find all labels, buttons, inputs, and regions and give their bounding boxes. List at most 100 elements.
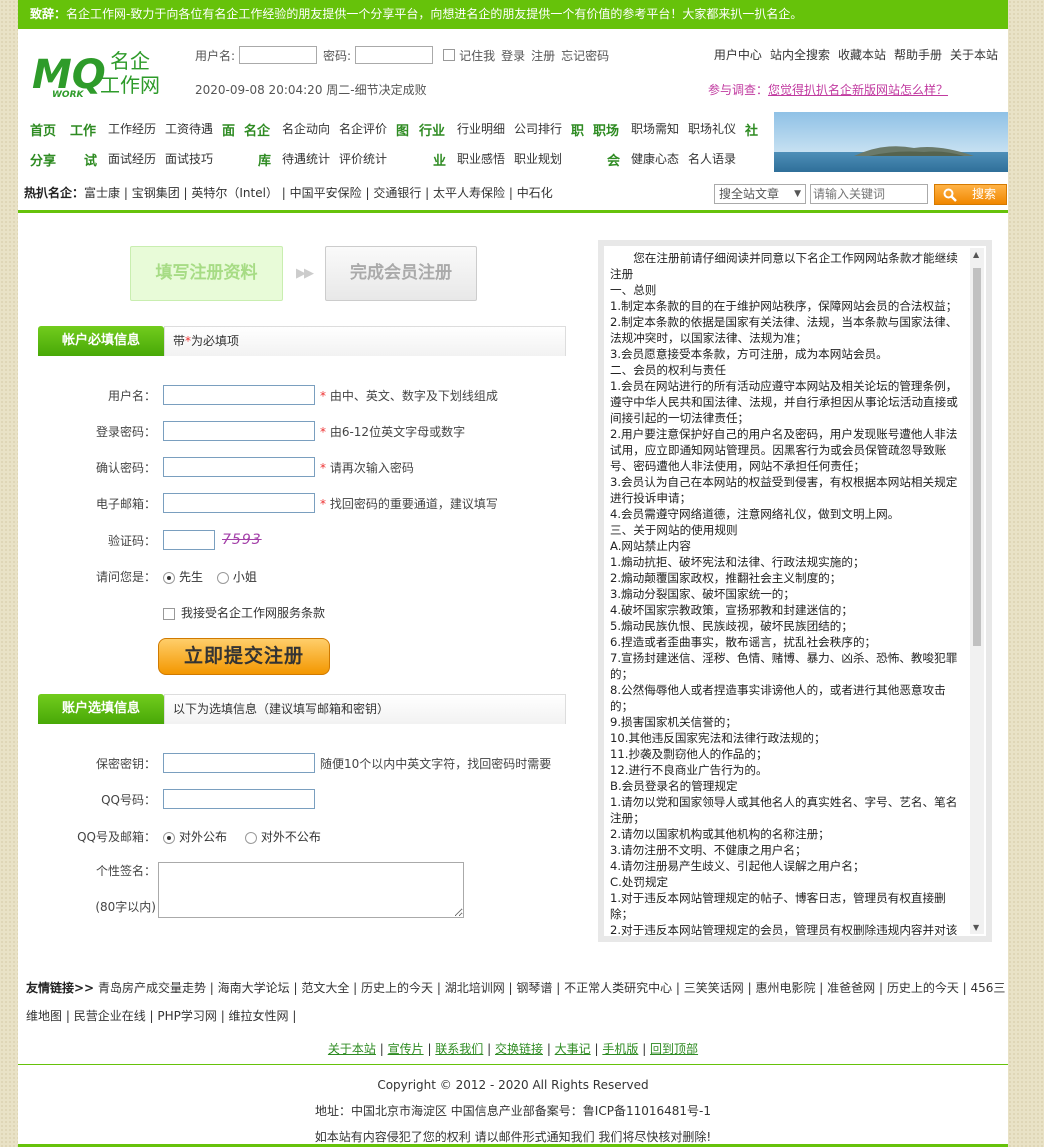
gender-female-radio[interactable]: [216, 571, 229, 584]
nav-cat-work[interactable]: 工作: [70, 120, 96, 139]
nav-home[interactable]: 首页: [30, 120, 56, 139]
footer-top-link[interactable]: 回到顶部: [650, 1042, 698, 1056]
terms-box[interactable]: 您在注册前请仔细阅读并同意以下名企工作网网站条款才能继续注册 一、总则 1.制定本条…: [598, 240, 992, 942]
reg-email-input[interactable]: [163, 493, 315, 513]
friend-link[interactable]: 维拉女性网: [229, 1009, 289, 1023]
hot-item[interactable]: 交通银行: [373, 186, 421, 200]
nav-share[interactable]: 分享: [30, 150, 56, 169]
login-form: 用户名: 密码: 记住我 登录 注册 忘记密码: [195, 46, 609, 64]
step-complete: 完成会员注册: [325, 246, 477, 301]
secret-key-row: 保密密钥： 随便10个以内中英文字符，找回密码时需要: [18, 753, 578, 775]
friend-link[interactable]: PHP学习网: [157, 1009, 217, 1023]
nav-cat-interview[interactable]: 试: [84, 150, 97, 169]
nav-cat-company[interactable]: 名企: [244, 120, 270, 139]
hot-item[interactable]: 宝钢集团: [132, 186, 180, 200]
bookmark-link[interactable]: 收藏本站: [838, 46, 886, 63]
scroll-thumb[interactable]: [973, 268, 981, 646]
secret-key-input[interactable]: [163, 753, 315, 773]
footer-contact-link[interactable]: 联系我们: [435, 1042, 483, 1056]
hot-item[interactable]: 英特尔（Intel）: [191, 186, 278, 200]
scroll-up-icon[interactable]: ▲: [973, 250, 979, 259]
login-link[interactable]: 登录: [501, 47, 525, 64]
nav-salary-stats[interactable]: 待遇统计: [282, 150, 330, 167]
nav-salary[interactable]: 工资待遇: [165, 120, 213, 137]
nav-company-ranking[interactable]: 公司排行: [514, 120, 562, 137]
nav-cat-workplace[interactable]: 职场: [593, 120, 619, 139]
friend-link[interactable]: 三笑笑话网: [684, 981, 744, 995]
nav-workplace-etiquette[interactable]: 职场礼仪: [688, 120, 736, 137]
search-input[interactable]: [810, 184, 928, 204]
user-center-link[interactable]: 用户中心: [714, 46, 762, 63]
terms-line: 三、关于网站的使用规则: [610, 523, 738, 537]
address: 地址：中国北京市海淀区 中国信息产业部备案号：鲁ICP备11016481号-1: [314, 1104, 711, 1118]
captcha-image[interactable]: 7593: [222, 532, 262, 548]
current-datetime: 2020-09-08 20:04:20 周二-细节决定成败: [195, 83, 427, 97]
nav-quotes[interactable]: 名人语录: [688, 150, 736, 167]
footer-milestones-link[interactable]: 大事记: [555, 1042, 591, 1056]
friend-link[interactable]: 海南大学论坛: [218, 981, 290, 995]
scroll-down-icon[interactable]: ▼: [973, 923, 979, 932]
public-radio[interactable]: [163, 831, 175, 844]
submit-register-button[interactable]: 立即提交注册: [158, 638, 330, 675]
friend-link[interactable]: 钢琴谱: [516, 981, 552, 995]
friend-link[interactable]: 准爸爸网: [827, 981, 875, 995]
gender-male-radio[interactable]: [163, 571, 175, 584]
signature-textarea[interactable]: [158, 862, 464, 918]
hot-item[interactable]: 富士康: [84, 186, 120, 200]
help-link[interactable]: 帮助手册: [894, 46, 942, 63]
reg-confirm-input[interactable]: [163, 457, 315, 477]
reg-username-input[interactable]: [163, 385, 315, 405]
nav-interview-tips[interactable]: 面试技巧: [165, 150, 213, 167]
password-input[interactable]: [355, 46, 434, 64]
hot-item[interactable]: 中石化: [517, 186, 553, 200]
friend-link[interactable]: 范文大全: [301, 981, 349, 995]
friend-link[interactable]: 民营企业在线: [74, 1009, 146, 1023]
qq-input[interactable]: [163, 789, 315, 809]
reg-password-input[interactable]: [163, 421, 315, 441]
footer-about-link[interactable]: 关于本站: [328, 1042, 376, 1056]
username-input[interactable]: [239, 46, 318, 64]
nav-career-insight[interactable]: 职业感悟: [457, 150, 505, 167]
footer-exchange-link[interactable]: 交换链接: [495, 1042, 543, 1056]
footer-promo-link[interactable]: 宣传片: [388, 1042, 424, 1056]
nav-healthy-mind[interactable]: 健康心态: [631, 150, 679, 167]
terms-scrollbar[interactable]: ▲ ▼: [970, 248, 984, 934]
footer-divider: [18, 1064, 1008, 1065]
hot-item[interactable]: 中国平安保险: [290, 186, 362, 200]
friend-link[interactable]: 青岛房产成交量走势: [98, 981, 206, 995]
agree-checkbox[interactable]: [163, 607, 175, 620]
nav-company-news[interactable]: 名企动向: [282, 120, 330, 137]
terms-line: 4.会员需遵守网络道德，注意网络礼仪，做到文明上网。: [610, 507, 900, 521]
captcha-input[interactable]: [163, 530, 215, 550]
nav-work-experience[interactable]: 工作经历: [108, 120, 156, 137]
remember-checkbox[interactable]: [443, 49, 456, 61]
about-link[interactable]: 关于本站: [950, 46, 998, 63]
nav-company-review[interactable]: 名企评价: [339, 120, 387, 137]
nav-cat-industry[interactable]: 行业: [419, 120, 445, 139]
secret-key-hint: 随便10个以内中英文字符，找回密码时需要: [320, 757, 552, 771]
nav-interview-experience[interactable]: 面试经历: [108, 150, 156, 167]
nav-workplace-tips[interactable]: 职场需知: [631, 120, 679, 137]
nav-review-stats[interactable]: 评价统计: [339, 150, 387, 167]
gender-options: 先生 小姐: [163, 566, 257, 588]
nav-cat-fragment-5: 职: [571, 124, 585, 139]
search-scope-select[interactable]: 搜全站文章 ▼: [714, 184, 806, 204]
friend-link[interactable]: 历史上的今天: [361, 981, 433, 995]
search-button[interactable]: 搜索: [934, 184, 1007, 205]
confirm-password-row: 确认密码： * 请再次输入密码: [18, 457, 578, 479]
survey-link[interactable]: 您觉得扒扒名企新版网站怎么样？: [768, 83, 948, 97]
footer-mobile-link[interactable]: 手机版: [602, 1042, 638, 1056]
friend-link[interactable]: 不正常人类研究中心: [564, 981, 672, 995]
friend-link[interactable]: 历史上的今天: [887, 981, 959, 995]
hot-item[interactable]: 太平人寿保险: [433, 186, 505, 200]
friend-link[interactable]: 惠州电影院: [755, 981, 815, 995]
private-radio[interactable]: [244, 831, 257, 844]
register-link[interactable]: 注册: [531, 47, 555, 64]
friend-link[interactable]: 湖北培训网: [445, 981, 505, 995]
privacy-options: 对外公布 对外不公布: [163, 826, 321, 848]
site-logo[interactable]: MQ WORK 名企 工作网: [32, 44, 182, 100]
site-search-link[interactable]: 站内全搜索: [770, 46, 830, 63]
nav-career-plan[interactable]: 职业规划: [514, 150, 562, 167]
nav-industry-detail[interactable]: 行业明细: [457, 120, 505, 137]
forgot-password-link[interactable]: 忘记密码: [561, 47, 609, 64]
